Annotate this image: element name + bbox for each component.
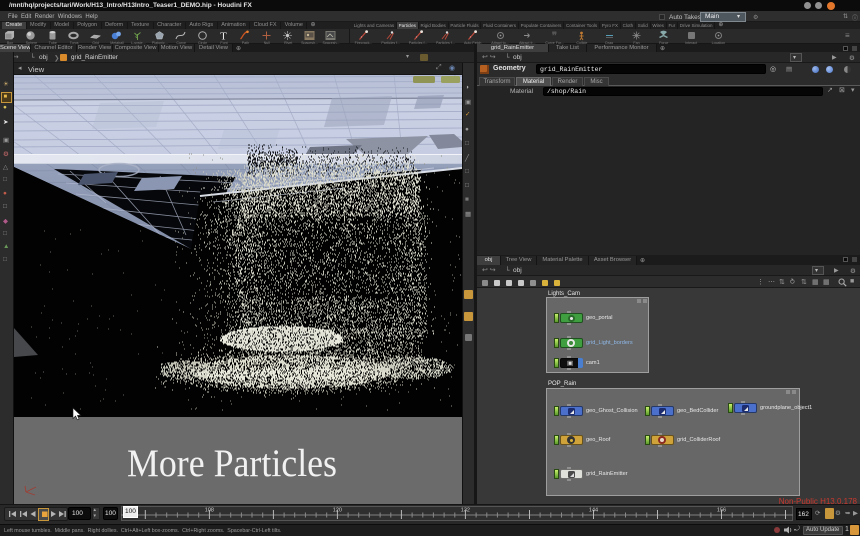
svg-text:132: 132 bbox=[461, 508, 470, 514]
svg-text:144: 144 bbox=[589, 508, 598, 514]
svg-text:120: 120 bbox=[333, 508, 342, 514]
svg-text:156: 156 bbox=[717, 508, 726, 514]
svg-text:108: 108 bbox=[205, 508, 214, 514]
svg-text:T: T bbox=[220, 31, 227, 42]
svg-text:❞: ❞ bbox=[552, 31, 557, 41]
svg-text:More Particles: More Particles bbox=[127, 442, 337, 485]
